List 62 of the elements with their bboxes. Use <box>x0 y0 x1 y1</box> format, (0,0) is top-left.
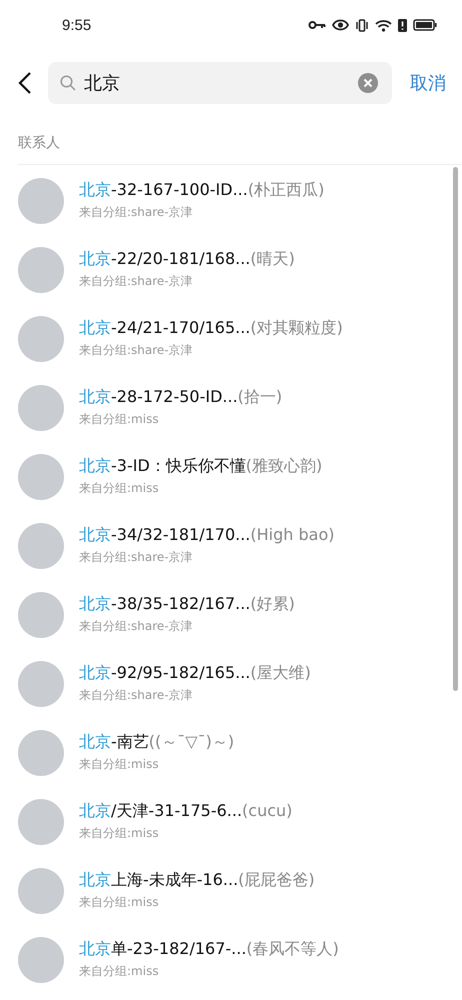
contact-name: 北京-32-167-100-ID...(朴正西瓜) <box>79 180 324 201</box>
contact-item[interactable]: 北京单-23-182/167-...(春风不等人) 来自分组:miss <box>0 925 453 994</box>
contact-item[interactable]: 北京-92/95-182/165...(屋大维) 来自分组:share-京津 <box>0 649 453 718</box>
status-time: 9:55 <box>62 16 92 34</box>
section-header: 联系人 <box>18 134 61 152</box>
cancel-button[interactable]: 取消 <box>406 71 450 95</box>
contact-name: 北京-34/32-181/170...(High bao) <box>79 525 334 546</box>
contact-name: 北京上海-未成年-16...(屁屁爸爸) <box>79 870 315 891</box>
avatar-placeholder <box>18 730 64 776</box>
contact-item[interactable]: 北京/天津-31-175-6...(cucu) 来自分组:miss <box>0 787 453 856</box>
back-button[interactable] <box>18 70 34 96</box>
contact-name: 北京/天津-31-175-6...(cucu) <box>79 801 292 822</box>
avatar-placeholder <box>18 246 64 292</box>
contact-item[interactable]: 北京-22/20-181/168...(晴天) 来自分组:share-京津 <box>0 235 453 304</box>
avatar-placeholder <box>18 868 64 914</box>
contact-name: 北京-92/95-182/165...(屋大维) <box>79 663 311 684</box>
vibrate-icon <box>355 18 369 32</box>
avatar-placeholder <box>18 454 64 500</box>
contact-group: 来自分组:miss <box>79 411 282 428</box>
wifi-icon <box>375 18 392 32</box>
alert-icon <box>398 18 407 32</box>
avatar-placeholder <box>18 316 64 362</box>
contact-item[interactable]: 北京-28-172-50-ID...(拾一) 来自分组:miss <box>0 373 453 442</box>
contact-item[interactable]: 北京-24/21-170/165...(对其颗粒度) 来自分组:share-京津 <box>0 304 453 373</box>
contact-item[interactable]: 北京-32-167-100-ID...(朴正西瓜) 来自分组:share-京津 <box>0 166 453 235</box>
clear-icon[interactable] <box>358 73 378 93</box>
eye-icon <box>332 19 349 31</box>
contact-group: 来自分组:miss <box>79 480 322 497</box>
contact-group: 来自分组:miss <box>79 963 339 980</box>
contact-name: 北京-3-ID：快乐你不懂(雅致心韵) <box>79 456 322 477</box>
contact-name: 北京-22/20-181/168...(晴天) <box>79 249 295 270</box>
contact-group: 来自分组:share-京津 <box>79 618 295 635</box>
avatar-placeholder <box>18 592 64 638</box>
contact-group: 来自分组:share-京津 <box>79 687 311 704</box>
search-icon <box>60 75 76 91</box>
contact-item[interactable]: 北京-38/35-182/167...(好累) 来自分组:share-京津 <box>0 580 453 649</box>
search-input[interactable]: 北京 <box>84 72 350 94</box>
avatar-placeholder <box>18 798 64 844</box>
contact-group: 来自分组:miss <box>79 894 315 911</box>
search-field[interactable]: 北京 <box>48 62 392 104</box>
contact-group: 来自分组:share-京津 <box>79 204 324 221</box>
avatar-placeholder <box>18 384 64 430</box>
contact-group: 来自分组:share-京津 <box>79 273 295 290</box>
avatar-placeholder <box>18 936 64 982</box>
contact-group: 来自分组:miss <box>79 756 234 773</box>
key-icon <box>308 20 326 30</box>
contact-group: 来自分组:share-京津 <box>79 549 334 566</box>
contact-item[interactable]: 北京-3-ID：快乐你不懂(雅致心韵) 来自分组:miss <box>0 442 453 511</box>
contact-item[interactable]: 北京-南艺((～ˉ▽ˉ)～) 来自分组:miss <box>0 718 453 787</box>
contact-item[interactable]: 北京上海-未成年-16...(屁屁爸爸) 来自分组:miss <box>0 856 453 925</box>
avatar-placeholder <box>18 660 64 706</box>
contact-item[interactable]: 北京-34/32-181/170...(High bao) 来自分组:share-京津 <box>0 511 453 580</box>
battery-icon <box>413 19 437 31</box>
contact-name: 北京-南艺((～ˉ▽ˉ)～) <box>79 732 234 753</box>
avatar-placeholder <box>18 178 64 224</box>
avatar-placeholder <box>18 522 64 568</box>
contact-name: 北京-38/35-182/167...(好累) <box>79 594 295 615</box>
contact-group: 来自分组:miss <box>79 825 292 842</box>
contact-name: 北京-24/21-170/165...(对其颗粒度) <box>79 318 343 339</box>
contact-group: 来自分组:share-京津 <box>79 342 343 359</box>
contact-name: 北京单-23-182/167-...(春风不等人) <box>79 939 339 960</box>
contact-name: 北京-28-172-50-ID...(拾一) <box>79 387 282 408</box>
